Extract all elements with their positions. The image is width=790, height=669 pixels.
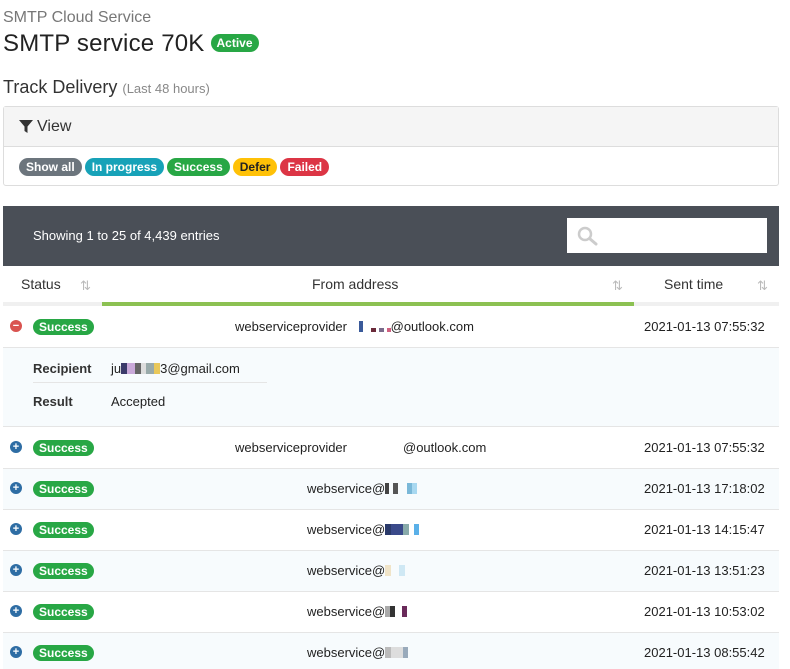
from-address-prefix: webserviceprovider [235,319,347,334]
redacted-block [385,604,408,619]
recipient-label: Recipient [33,361,92,376]
sent-time: 2021-01-13 17:18:02 [644,481,765,496]
sent-time: 2021-01-13 07:55:32 [644,440,765,455]
view-panel-title: View [37,117,72,135]
from-address: webservice@ [307,563,406,578]
from-address: webserviceprovider @outlook.com [235,440,486,455]
column-label-status: Status [21,276,61,292]
recipient-prefix: ju [111,361,122,376]
sort-icon[interactable]: ⇅ [757,278,768,294]
column-label-from: From address [312,276,399,292]
view-panel-header: View [4,107,778,147]
status-badge: Success [33,319,94,335]
from-address-suffix: @outlook.com [403,440,487,455]
from-address: webservice@ [307,645,409,660]
sent-time: 2021-01-13 07:55:32 [644,319,765,334]
redacted-block [385,563,406,578]
from-address-prefix: webservice@ [307,481,386,496]
section-title: Track Delivery (Last 48 hours) [3,77,210,98]
expand-icon[interactable]: + [10,564,22,576]
filter-icon [19,119,33,133]
from-address-prefix: webservice@ [307,563,386,578]
page-title-text: SMTP service 70K [3,30,205,57]
status-badge: Active [210,34,259,52]
table-row[interactable]: + Success webservice@ 2021-01-13 08:55:4… [3,633,779,669]
table-row[interactable]: − Success webserviceprovider @outlook.co… [3,307,779,348]
filter-pills: Show all In progress Success Defer Faile… [4,147,778,176]
status-badge: Success [33,481,94,497]
from-address-suffix: @outlook.com [390,319,474,334]
from-address-prefix: webservice@ [307,604,386,619]
recipient-value: ju 3@gmail.com [111,361,240,376]
status-badge: Success [33,604,94,620]
filter-defer[interactable]: Defer [232,158,278,176]
entries-info: Showing 1 to 25 of 4,439 entries [33,228,220,243]
sort-icon[interactable]: ⇅ [80,278,91,294]
from-address-prefix: webserviceprovider [235,440,347,455]
detail-divider [33,382,267,383]
status-badge: Success [33,645,94,661]
table-row[interactable]: + Success webserviceprovider @outlook.com… [3,428,779,469]
from-address-prefix: webservice@ [307,522,386,537]
table-row[interactable]: + Success webservice@ 2021-01-13 14:15:4… [3,510,779,551]
section-title-text: Track Delivery [3,77,118,97]
row-detail: Recipient ju 3@gmail.com Result Accepted [3,348,779,427]
expand-icon[interactable]: + [10,605,22,617]
filter-show-all[interactable]: Show all [19,158,82,176]
sent-time: 2021-01-13 14:15:47 [644,522,765,537]
status-badge: Success [33,522,94,538]
section-subtitle: (Last 48 hours) [122,81,210,96]
column-label-sent: Sent time [664,276,724,292]
redacted-block [121,361,161,376]
redacted-block [358,319,391,334]
sent-time: 2021-01-13 13:51:23 [644,563,765,578]
filter-failed[interactable]: Failed [280,158,330,176]
from-address: webservice@ [307,604,408,619]
from-address-prefix: webservice@ [307,645,386,660]
column-header-sent[interactable]: Sent time ⇅ [634,266,779,306]
expand-icon[interactable]: + [10,482,22,494]
breadcrumb[interactable]: SMTP Cloud Service [3,9,151,27]
redacted-block [385,522,420,537]
result-value: Accepted [111,394,166,409]
sort-icon[interactable]: ⇅ [612,278,623,294]
collapse-icon[interactable]: − [10,320,22,332]
recipient-suffix: 3@gmail.com [160,361,240,376]
from-address: webserviceprovider @outlook.com [235,319,474,334]
page-title: SMTP service 70K Active [3,30,259,58]
sent-time: 2021-01-13 10:53:02 [644,604,765,619]
redacted-block [385,645,409,660]
filter-in-progress[interactable]: In progress [84,158,165,176]
expand-icon[interactable]: + [10,646,22,658]
filter-success[interactable]: Success [167,158,230,176]
search-icon [577,226,598,246]
redacted-block [385,481,418,496]
column-header-from[interactable]: From address ⇅ [102,266,634,306]
status-badge: Success [33,440,94,456]
view-panel: View Show all In progress Success Defer … [3,106,779,186]
table-header: Status ⇅ From address ⇅ Sent time ⇅ [3,266,779,306]
result-label: Result [33,394,73,409]
table-row[interactable]: + Success webservice@ 2021-01-13 10:53:0… [3,592,779,633]
status-badge: Success [33,563,94,579]
table-row[interactable]: + Success webservice@ 2021-01-13 13:51:2… [3,551,779,592]
from-address: webservice@ [307,522,420,537]
from-address: webservice@ [307,481,418,496]
table-row[interactable]: + Success webservice@ 2021-01-13 17:18:0… [3,469,779,510]
expand-icon[interactable]: + [10,441,22,453]
expand-icon[interactable]: + [10,523,22,535]
column-header-status[interactable]: Status ⇅ [3,266,102,306]
table-toolbar: Showing 1 to 25 of 4,439 entries [3,206,779,266]
sent-time: 2021-01-13 08:55:42 [644,645,765,660]
